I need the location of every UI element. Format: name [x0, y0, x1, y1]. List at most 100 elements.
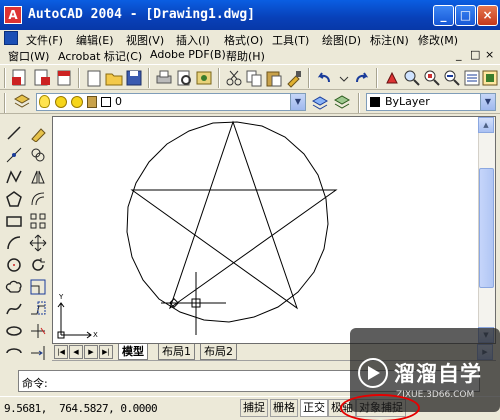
menu-view[interactable]: 视图(V) [126, 32, 164, 48]
array-icon[interactable] [29, 212, 47, 230]
layer-previous-icon[interactable] [332, 91, 352, 111]
next-tab-button[interactable]: ▶ [84, 345, 98, 359]
grid-toggle[interactable]: 栅格 [270, 399, 298, 417]
coordinate-readout[interactable]: 9.5681, 764.5827, 0.0000 [4, 402, 158, 415]
menu-edit[interactable]: 编辑(E) [76, 32, 114, 48]
tab-layout2[interactable]: 布局2 [200, 344, 237, 360]
menu-insert[interactable]: 插入(I) [176, 32, 210, 48]
menu-draw[interactable]: 绘图(D) [322, 32, 361, 48]
line-icon[interactable] [5, 124, 23, 142]
autocad-logo-icon[interactable]: A [4, 6, 22, 24]
minimize-button[interactable]: _ [433, 5, 454, 26]
revision-cloud-icon[interactable] [5, 278, 23, 296]
star[interactable] [130, 120, 338, 310]
linetype-combo[interactable]: ByLayer ▼ [366, 93, 496, 111]
last-tab-button[interactable]: ▶| [99, 345, 113, 359]
menu-acrobat[interactable]: Acrobat 标记(C) [58, 48, 142, 64]
erase-icon[interactable] [29, 124, 47, 143]
sun-icon[interactable] [55, 96, 67, 108]
print-icon[interactable] [154, 68, 174, 88]
first-tab-button[interactable]: |◀ [54, 345, 68, 359]
ortho-toggle[interactable]: 正交 [300, 399, 328, 417]
copy-object-icon[interactable] [29, 146, 47, 164]
properties-icon[interactable] [462, 68, 482, 88]
menu-tools[interactable]: 工具(T) [272, 32, 309, 48]
menu-file[interactable]: 文件(F) [26, 32, 63, 48]
snap-toggle[interactable]: 捕捉 [240, 399, 268, 417]
move-icon[interactable] [29, 234, 47, 252]
undo-icon[interactable] [314, 68, 334, 88]
document-icon[interactable] [4, 31, 18, 45]
ellipse-arc-icon[interactable] [5, 344, 23, 362]
polyline-icon[interactable] [5, 168, 23, 186]
toolbar-grip[interactable] [4, 68, 6, 88]
drawing-area[interactable]: Y X [52, 116, 496, 344]
polygon-icon[interactable] [5, 190, 23, 208]
scrollbar-thumb[interactable] [479, 168, 494, 288]
pan-realtime-icon[interactable] [382, 68, 402, 88]
save-icon[interactable] [124, 68, 144, 88]
stretch-icon[interactable] [29, 300, 47, 318]
zoom-window-icon[interactable] [422, 68, 442, 88]
doc-restore-button[interactable]: □ [470, 48, 480, 61]
zoom-realtime-icon[interactable] [402, 68, 422, 88]
doc-close-button[interactable]: × [485, 48, 494, 61]
menu-dimension[interactable]: 标注(N) [370, 32, 409, 48]
mirror-icon[interactable] [29, 168, 47, 186]
menu-modify[interactable]: 修改(M) [418, 32, 458, 48]
scroll-up-button[interactable]: ▲ [478, 117, 494, 133]
drawing-canvas[interactable] [53, 117, 497, 345]
open-folder-icon[interactable] [104, 68, 124, 88]
new-file-icon[interactable] [84, 68, 104, 88]
tab-layout1[interactable]: 布局1 [158, 344, 195, 360]
chevron-down-icon[interactable]: ▼ [290, 94, 305, 110]
print-preview-icon[interactable] [174, 68, 194, 88]
layer-manager-icon[interactable] [12, 91, 32, 111]
make-current-layer-icon[interactable] [310, 91, 330, 111]
circle-polygon[interactable] [126, 121, 329, 323]
design-center-icon[interactable] [480, 68, 500, 88]
ucs-x-label: X [93, 331, 98, 339]
toolbar-grip[interactable] [4, 93, 6, 113]
doc-minimize-button[interactable]: _ [456, 48, 462, 61]
arc-icon[interactable] [5, 234, 23, 252]
offset-icon[interactable] [29, 190, 47, 208]
trim-icon[interactable] [29, 322, 47, 340]
extend-icon[interactable] [29, 344, 47, 362]
play-icon [368, 366, 380, 380]
linetype-value: ByLayer [385, 95, 430, 108]
lightbulb-icon[interactable] [39, 95, 50, 108]
undo-dropdown-icon[interactable] [334, 68, 354, 88]
tab-model[interactable]: 模型 [118, 344, 148, 360]
publish-icon[interactable] [194, 68, 214, 88]
zoom-previous-icon[interactable] [442, 68, 462, 88]
spline-icon[interactable] [5, 300, 23, 318]
menu-window[interactable]: 窗口(W) [8, 48, 49, 64]
construction-line-icon[interactable] [5, 146, 23, 164]
match-properties-icon[interactable] [284, 68, 304, 88]
lock-icon[interactable] [87, 96, 97, 108]
restore-button[interactable]: □ [455, 5, 476, 26]
color-swatch-icon [101, 97, 111, 107]
cut-icon[interactable] [224, 68, 244, 88]
layer-combo[interactable]: 0 ▼ [36, 93, 306, 111]
pdf-email-icon[interactable] [32, 68, 52, 88]
pdf-review-icon[interactable] [54, 68, 74, 88]
redo-icon[interactable] [352, 68, 372, 88]
menu-help[interactable]: 帮助(H) [226, 48, 265, 64]
ellipse-icon[interactable] [5, 322, 23, 340]
paste-icon[interactable] [264, 68, 284, 88]
close-button[interactable]: × [477, 5, 498, 26]
viewport-sun-icon[interactable] [71, 96, 83, 108]
pdf-convert-icon[interactable] [10, 68, 30, 88]
rectangle-icon[interactable] [5, 212, 23, 230]
copy-icon[interactable] [244, 68, 264, 88]
ucs-y-label: Y [59, 293, 64, 301]
menu-format[interactable]: 格式(O) [224, 32, 263, 48]
menu-adobe-pdf[interactable]: Adobe PDF(B) [150, 48, 226, 61]
chevron-down-icon[interactable]: ▼ [480, 94, 495, 110]
rotate-icon[interactable] [29, 256, 47, 274]
prev-tab-button[interactable]: ◀ [69, 345, 83, 359]
scale-icon[interactable] [29, 278, 47, 296]
circle-icon[interactable] [5, 256, 23, 274]
